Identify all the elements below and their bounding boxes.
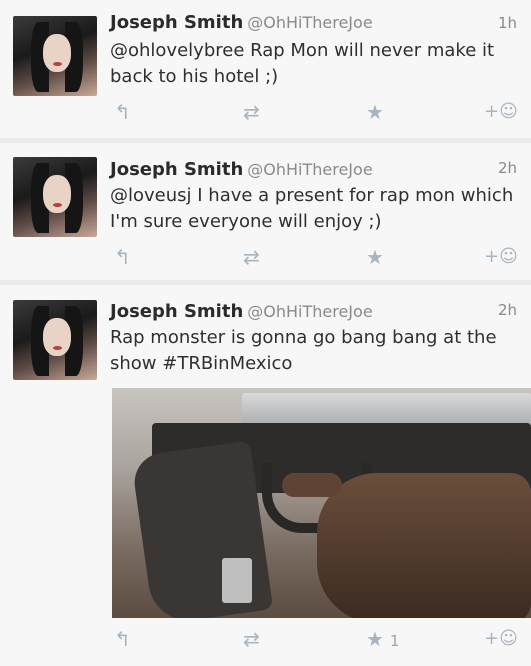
tweet-photo[interactable] bbox=[112, 388, 531, 618]
tweet-text: @ohlovelybree Rap Mon will never make it… bbox=[110, 40, 495, 87]
retweet-icon[interactable]: ⇄ bbox=[243, 627, 260, 651]
tweet-actions: ↰ ⇄ ★ +☺ bbox=[110, 245, 520, 269]
avatar[interactable] bbox=[13, 157, 97, 237]
tweet-header: Joseph Smith @OhHiThereJoe bbox=[110, 12, 373, 34]
follow-icon[interactable]: +☺ bbox=[484, 245, 518, 269]
avatar[interactable] bbox=[13, 16, 97, 96]
author-handle[interactable]: @OhHiThereJoe bbox=[247, 302, 372, 321]
tweet-header: Joseph Smith @OhHiThereJoe bbox=[110, 159, 373, 181]
follow-icon[interactable]: +☺ bbox=[484, 100, 518, 124]
tweet-header: Joseph Smith @OhHiThereJoe bbox=[110, 301, 373, 323]
reply-icon[interactable]: ↰ bbox=[114, 627, 131, 651]
author-name[interactable]: Joseph Smith bbox=[110, 159, 243, 180]
timestamp[interactable]: 2h bbox=[498, 159, 517, 177]
reply-icon[interactable]: ↰ bbox=[114, 245, 131, 269]
avatar[interactable] bbox=[13, 300, 97, 380]
tweet-text: @loveusj I have a present for rap mon wh… bbox=[110, 185, 514, 232]
author-handle[interactable]: @OhHiThereJoe bbox=[247, 160, 372, 179]
star-icon[interactable]: ★ bbox=[366, 245, 384, 269]
follow-icon[interactable]: +☺ bbox=[484, 627, 518, 651]
star-icon[interactable]: ★ bbox=[366, 100, 384, 124]
tweet-actions: ↰ ⇄ ★ 1 +☺ bbox=[110, 627, 520, 651]
tweet-text: Rap monster is gonna go bang bang at the… bbox=[110, 327, 497, 374]
tweet[interactable]: Joseph Smith @OhHiThereJoe 2h @loveusj I … bbox=[0, 143, 531, 280]
timestamp[interactable]: 1h bbox=[498, 14, 517, 32]
tweet[interactable]: Joseph Smith @OhHiThereJoe 1h @ohlovelybr… bbox=[0, 0, 531, 138]
tweet-feed: Joseph Smith @OhHiThereJoe 1h @ohlovelybr… bbox=[0, 0, 531, 666]
reply-icon[interactable]: ↰ bbox=[114, 100, 131, 124]
tweet-actions: ↰ ⇄ ★ +☺ bbox=[110, 100, 520, 124]
timestamp[interactable]: 2h bbox=[498, 301, 517, 319]
author-name[interactable]: Joseph Smith bbox=[110, 301, 243, 322]
star-icon[interactable]: ★ 1 bbox=[366, 627, 399, 653]
tweet[interactable]: Joseph Smith @OhHiThereJoe 2h Rap monster… bbox=[0, 285, 531, 666]
retweet-icon[interactable]: ⇄ bbox=[243, 245, 260, 269]
favorite-count: 1 bbox=[389, 632, 400, 650]
retweet-icon[interactable]: ⇄ bbox=[243, 100, 260, 124]
author-handle[interactable]: @OhHiThereJoe bbox=[247, 13, 372, 32]
author-name[interactable]: Joseph Smith bbox=[110, 12, 243, 33]
